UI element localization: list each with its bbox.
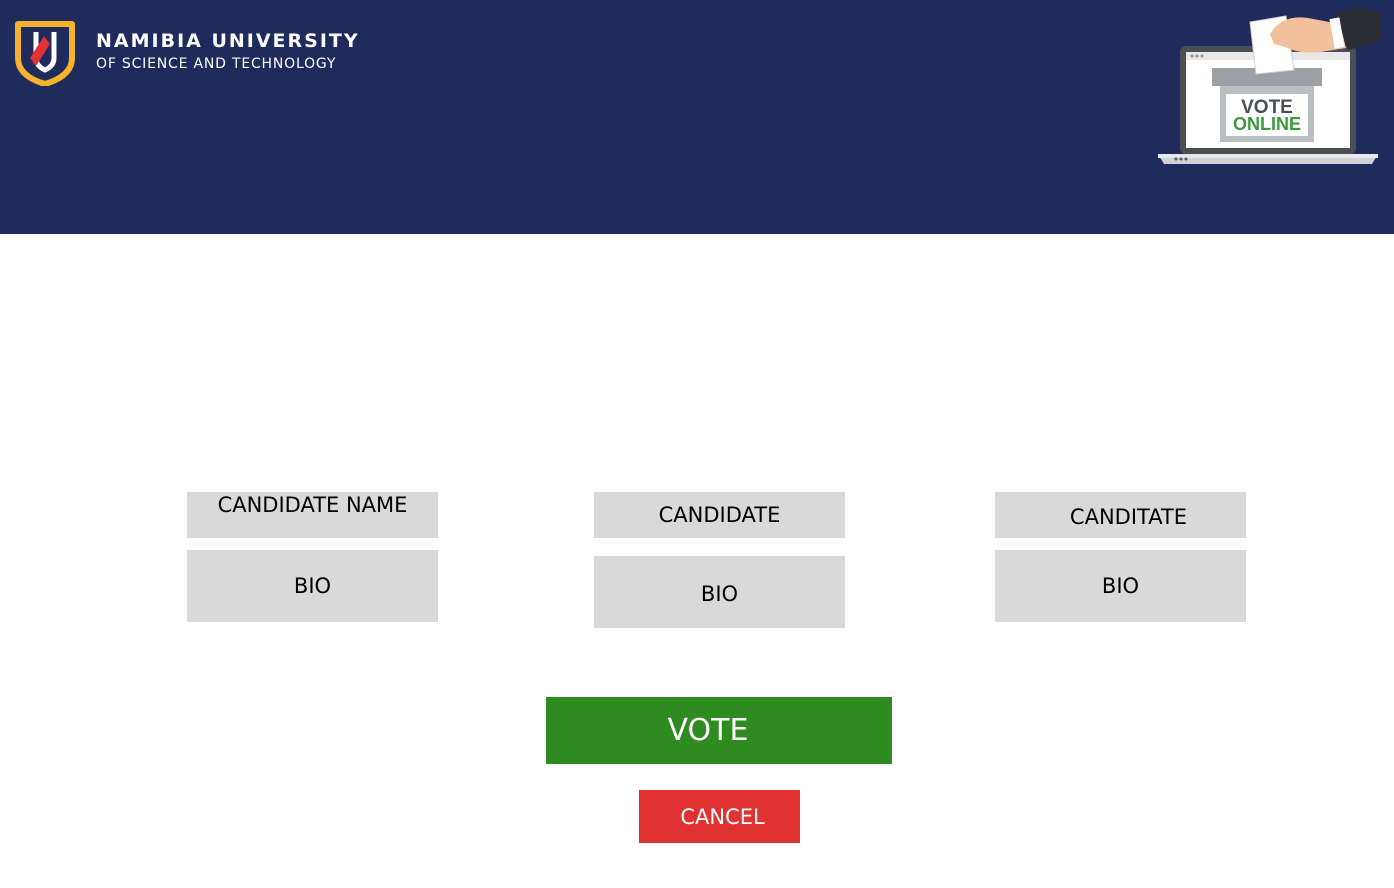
- university-name-line1: NAMIBIA UNIVERSITY: [96, 30, 360, 52]
- candidate-bio-box[interactable]: BIO: [187, 550, 438, 622]
- candidate-name-label: CANDIDATE NAME: [217, 493, 408, 517]
- vote-button-label: VOTE: [667, 713, 749, 748]
- vote-online-illustration: VOTE ONLINE: [1150, 4, 1382, 172]
- university-logo[interactable]: [14, 18, 76, 90]
- candidate-bio-label: BIO: [293, 574, 332, 598]
- candidate-bio-label: BIO: [1101, 574, 1140, 598]
- shield-logo-icon: [15, 21, 75, 87]
- candidate-name-label: CANDITATE: [1069, 504, 1188, 529]
- candidate-name-box: CANDIDATE: [594, 492, 845, 538]
- vote-button[interactable]: VOTE: [546, 697, 892, 764]
- header-banner: NAMIBIA UNIVERSITY OF SCIENCE AND TECHNO…: [0, 0, 1394, 234]
- candidate-name-box: CANDIDATE NAME: [187, 492, 438, 538]
- cancel-button-label: CANCEL: [680, 804, 765, 829]
- candidate-name-box: CANDITATE: [995, 492, 1246, 538]
- online-text: ONLINE: [1233, 114, 1301, 134]
- university-name-line2: OF SCIENCE AND TECHNOLOGY: [96, 56, 337, 72]
- candidate-bio-box[interactable]: BIO: [995, 550, 1246, 622]
- candidate-name-label: CANDIDATE: [658, 503, 781, 527]
- candidate-bio-box[interactable]: BIO: [594, 556, 845, 628]
- candidate-bio-label: BIO: [700, 582, 739, 606]
- university-name: NAMIBIA UNIVERSITY OF SCIENCE AND TECHNO…: [96, 30, 360, 74]
- cancel-button[interactable]: CANCEL: [639, 790, 800, 843]
